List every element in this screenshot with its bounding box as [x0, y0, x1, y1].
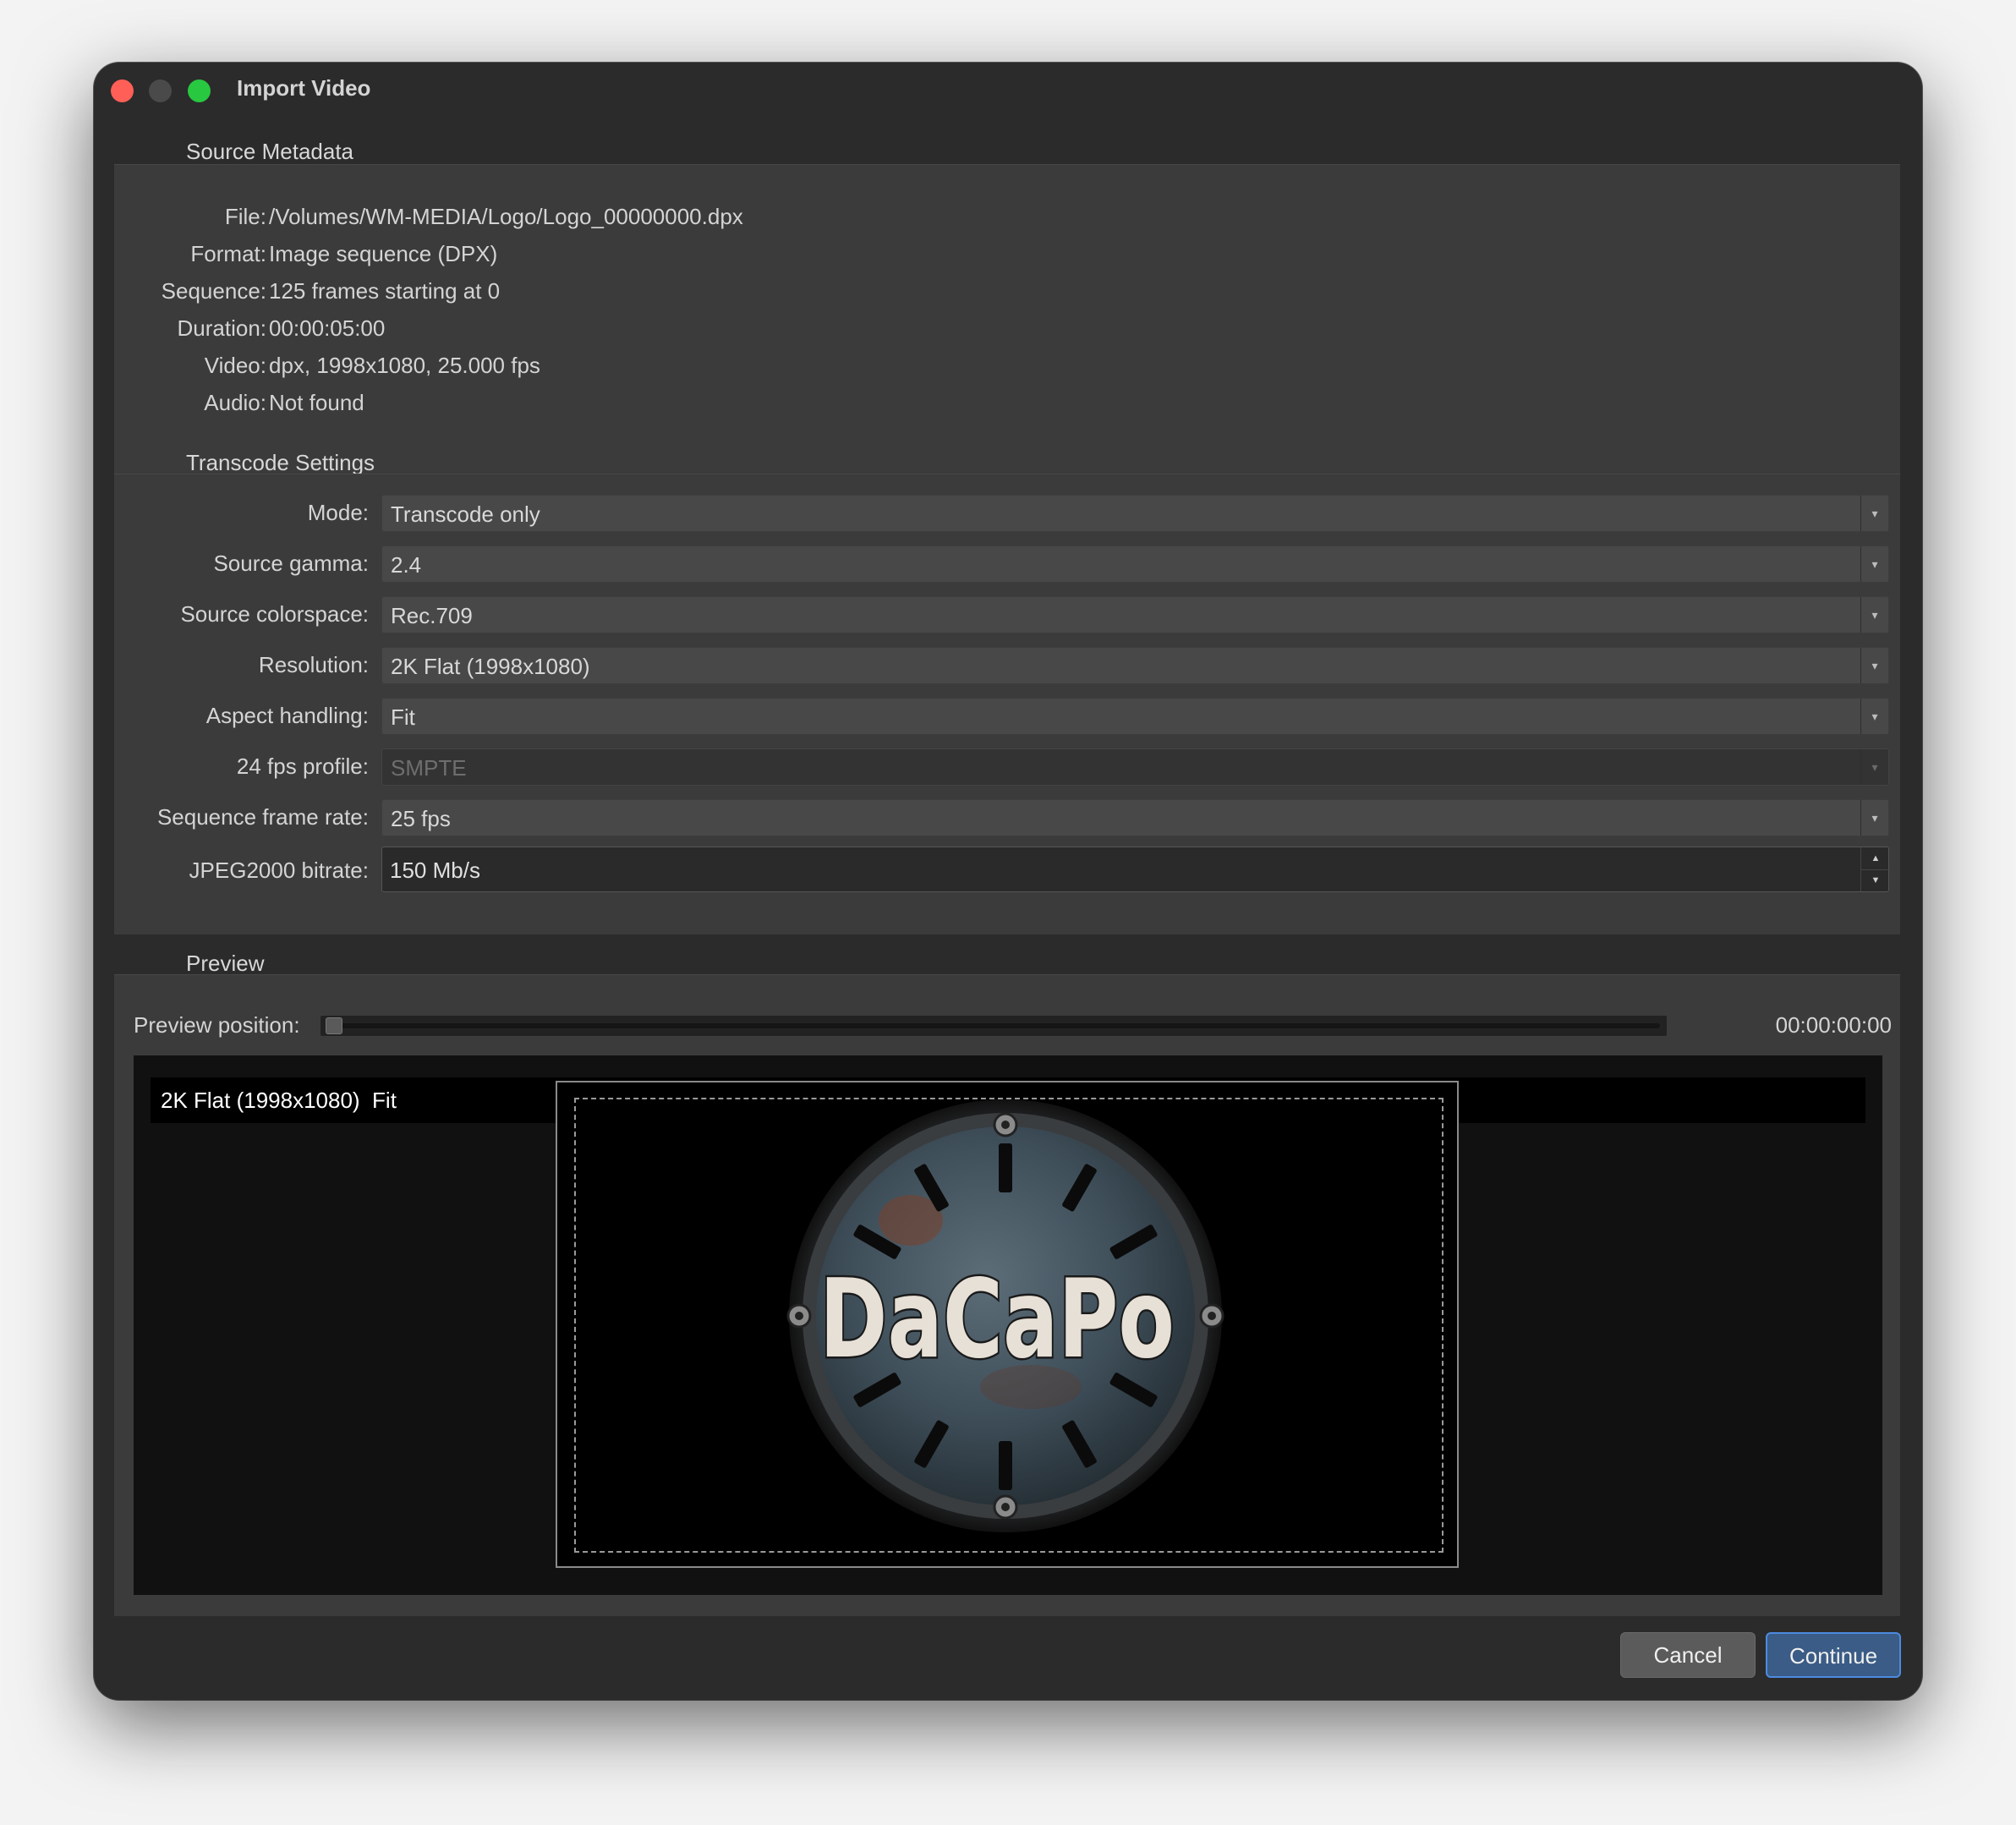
minimize-window-button[interactable] — [149, 79, 172, 102]
chevron-down-icon: ▾ — [1860, 800, 1888, 836]
preview-resolution-text: 2K Flat (1998x1080) — [161, 1088, 360, 1113]
source-colorspace-label: Source colorspace: — [180, 601, 369, 627]
preview-aspect-text: Fit — [372, 1088, 397, 1113]
mode-label: Mode: — [307, 500, 369, 525]
preview-viewport: 2K Flat (1998x1080) Fit DaCaPo — [134, 1055, 1882, 1595]
source-gamma-value: 2.4 — [391, 552, 422, 578]
metadata-value: 125 frames starting at 0 — [269, 278, 501, 304]
preview-frame: DaCaPo — [556, 1081, 1459, 1568]
jpeg2000-bitrate-value: 150 Mb/s — [390, 858, 480, 883]
metadata-label: Audio: — [204, 390, 266, 415]
aspect-handling-value: Fit — [391, 704, 415, 730]
spinbox-buttons: ▲ ▼ — [1860, 847, 1890, 891]
close-window-button[interactable] — [111, 79, 134, 102]
source-colorspace-select[interactable]: Rec.709 ▾ — [381, 596, 1889, 633]
preview-group-title: Preview — [186, 951, 265, 976]
metadata-label: Sequence: — [161, 278, 266, 304]
metadata-label: Video: — [204, 353, 266, 378]
title-bar: Import Video — [94, 63, 1922, 118]
metadata-value: 00:00:05:00 — [269, 315, 386, 341]
metadata-label: File: — [224, 204, 266, 229]
preview-timecode: 00:00:00:00 — [1775, 1012, 1892, 1038]
chevron-down-icon: ▾ — [1860, 496, 1888, 531]
resolution-label: Resolution: — [258, 652, 369, 677]
mode-value: Transcode only — [391, 501, 540, 527]
chevron-down-icon: ▾ — [1860, 648, 1888, 683]
resolution-value: 2K Flat (1998x1080) — [391, 654, 590, 679]
source-colorspace-value: Rec.709 — [391, 603, 473, 628]
import-video-dialog: Import Video Source Metadata File: /Volu… — [94, 63, 1922, 1700]
slider-groove — [327, 1023, 1660, 1028]
metadata-label: Duration: — [177, 315, 267, 341]
chevron-down-icon: ▾ — [1860, 699, 1888, 734]
metadata-value: Image sequence (DPX) — [269, 241, 498, 266]
aspect-handling-select[interactable]: Fit ▾ — [381, 698, 1889, 735]
metadata-value: Not found — [269, 390, 364, 415]
source-metadata-group: File: /Volumes/WM-MEDIA/Logo/Logo_000000… — [114, 164, 1900, 496]
fps24-profile-label: 24 fps profile: — [236, 754, 369, 779]
resolution-select[interactable]: 2K Flat (1998x1080) ▾ — [381, 647, 1889, 684]
sequence-frame-rate-select[interactable]: 25 fps ▾ — [381, 799, 1889, 836]
metadata-value: dpx, 1998x1080, 25.000 fps — [269, 353, 540, 378]
metadata-value: /Volumes/WM-MEDIA/Logo/Logo_00000000.dpx — [269, 204, 743, 229]
jpeg2000-bitrate-spinbox[interactable]: 150 Mb/s ▲ ▼ — [381, 847, 1890, 892]
decrement-arrow-icon[interactable]: ▼ — [1861, 869, 1890, 891]
logo-text: DaCaPo — [819, 1257, 1175, 1383]
sequence-frame-rate-value: 25 fps — [391, 806, 451, 831]
chevron-down-icon: ▾ — [1860, 597, 1888, 633]
metadata-label: Format: — [190, 241, 266, 266]
jpeg2000-bitrate-label: JPEG2000 bitrate: — [189, 858, 369, 883]
transcode-settings-group-title: Transcode Settings — [186, 450, 375, 475]
dacapo-logo-image: DaCaPo — [786, 1099, 1224, 1532]
cancel-button[interactable]: Cancel — [1620, 1632, 1756, 1678]
sequence-frame-rate-label: Sequence frame rate: — [156, 804, 369, 830]
window-title: Import Video — [237, 75, 371, 101]
fps24-profile-value: SMPTE — [391, 755, 467, 781]
chevron-down-icon: ▾ — [1860, 749, 1888, 785]
preview-info-text: 2K Flat (1998x1080) Fit — [161, 1088, 397, 1114]
aspect-handling-label: Aspect handling: — [205, 703, 369, 728]
zoom-window-button[interactable] — [188, 79, 211, 102]
preview-position-label: Preview position: — [134, 1012, 300, 1038]
slider-handle[interactable] — [326, 1017, 342, 1034]
chevron-down-icon: ▾ — [1860, 546, 1888, 582]
transcode-settings-group: Mode: Transcode only ▾ Source gamma: 2.4… — [114, 474, 1900, 934]
source-gamma-select[interactable]: 2.4 ▾ — [381, 545, 1889, 583]
source-gamma-label: Source gamma: — [213, 551, 369, 576]
source-metadata-group-title: Source Metadata — [186, 139, 354, 164]
preview-position-slider[interactable] — [320, 1015, 1668, 1037]
mode-select[interactable]: Transcode only ▾ — [381, 495, 1889, 532]
continue-button[interactable]: Continue — [1766, 1632, 1901, 1678]
fps24-profile-select: SMPTE ▾ — [381, 748, 1889, 786]
increment-arrow-icon[interactable]: ▲ — [1861, 847, 1890, 870]
